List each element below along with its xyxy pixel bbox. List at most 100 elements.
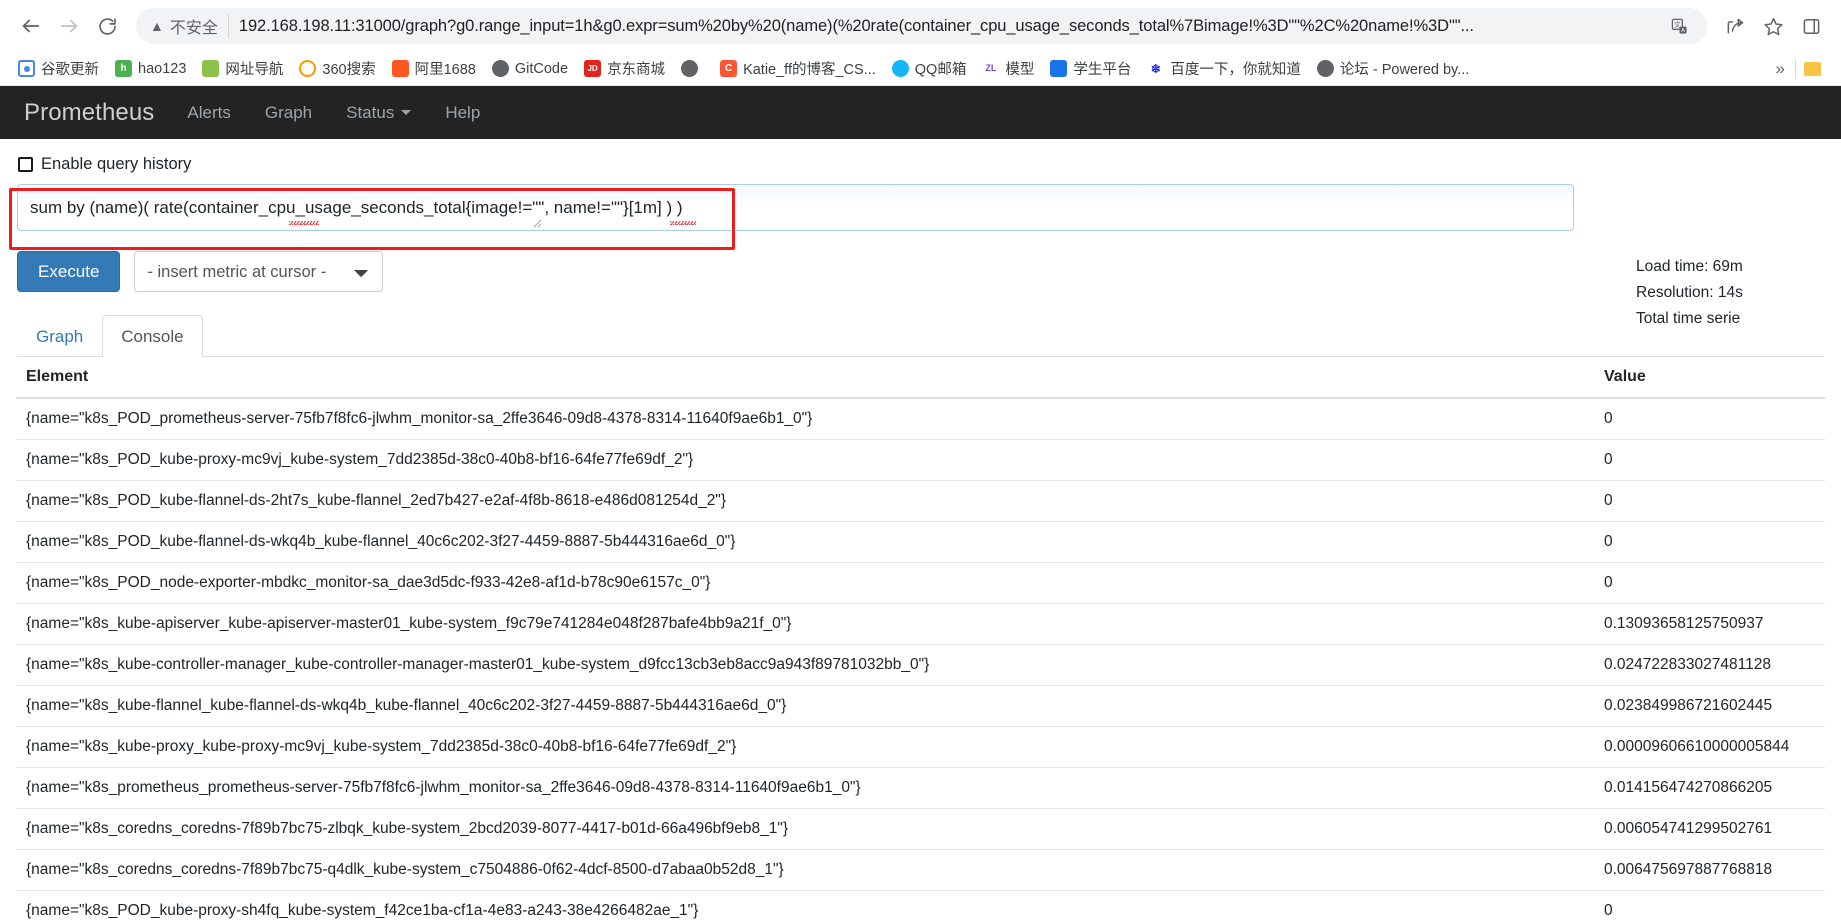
- bookmark-item[interactable]: C Katie_ff的博客_CS...: [712, 55, 884, 82]
- bookmark-item[interactable]: h hao123: [107, 57, 194, 80]
- table-row[interactable]: {name="k8s_prometheus_prometheus-server-…: [16, 767, 1825, 809]
- table-row[interactable]: {name="k8s_coredns_coredns-7f89b7bc75-q4…: [16, 849, 1825, 891]
- forward-arrow-icon[interactable]: [50, 7, 88, 45]
- cell-value: 0.13093658125750937: [1594, 603, 1825, 645]
- url-text[interactable]: 192.168.198.11:31000/graph?g0.range_inpu…: [239, 17, 1661, 36]
- qq-mail-icon: [891, 60, 909, 77]
- table-row[interactable]: {name="k8s_POD_prometheus-server-75fb7f8…: [16, 397, 1825, 440]
- nav-link-graph[interactable]: Graph: [248, 103, 329, 123]
- bookmark-label: 京东商城: [607, 62, 666, 78]
- globe-icon: [491, 60, 509, 77]
- bookmark-item[interactable]: GitCode: [484, 57, 576, 80]
- cell-value: 0.023849986721602445: [1594, 685, 1825, 727]
- bookmark-item[interactable]: 谷歌更新: [10, 55, 107, 82]
- bookmark-item[interactable]: QQ邮箱: [884, 55, 975, 82]
- resolution-text: Resolution: 14s: [1636, 284, 1743, 301]
- bookmark-label: QQ邮箱: [914, 62, 967, 78]
- table-row[interactable]: {name="k8s_coredns_coredns-7f89b7bc75-zl…: [16, 808, 1825, 850]
- star-icon[interactable]: [1755, 8, 1791, 44]
- svg-text:A: A: [1681, 28, 1685, 34]
- site-nav-icon: [202, 60, 220, 77]
- security-status-chip[interactable]: ▲ 不安全: [150, 14, 229, 38]
- prometheus-brand[interactable]: Prometheus: [22, 99, 170, 127]
- bookmark-item[interactable]: 网址导航: [194, 55, 291, 82]
- alibaba-1688-icon: [391, 60, 409, 77]
- back-arrow-icon[interactable]: [12, 7, 50, 45]
- query-expression-input[interactable]: [17, 184, 1574, 231]
- total-time-series-text: Total time serie: [1636, 310, 1741, 327]
- bookmark-label: 网址导航: [225, 62, 284, 78]
- cell-element: {name="k8s_kube-flannel_kube-flannel-ds-…: [16, 685, 1594, 727]
- bookmarks-overflow-button[interactable]: »: [1766, 59, 1795, 79]
- hao123-icon: h: [115, 60, 132, 77]
- table-row[interactable]: {name="k8s_POD_kube-proxy-mc9vj_kube-sys…: [16, 439, 1825, 481]
- page-body: Enable query history Load time: 69m Reso…: [0, 139, 1841, 920]
- cell-value: 0: [1594, 890, 1825, 920]
- table-row[interactable]: {name="k8s_POD_node-exporter-mbdkc_monit…: [16, 562, 1825, 604]
- tab-console[interactable]: Console: [102, 315, 203, 357]
- bookmark-item[interactable]: 论坛 - Powered by...: [1309, 55, 1477, 82]
- bookmark-folder-icon[interactable]: [1804, 61, 1821, 76]
- nav-label: Help: [445, 102, 481, 122]
- bookmark-item[interactable]: 阿里1688: [384, 55, 484, 82]
- spellcheck-underline: [289, 221, 319, 225]
- table-row[interactable]: {name="k8s_POD_kube-flannel-ds-2ht7s_kub…: [16, 480, 1825, 522]
- nav-link-status[interactable]: Status: [329, 103, 428, 123]
- table-row[interactable]: {name="k8s_kube-apiserver_kube-apiserver…: [16, 603, 1825, 645]
- table-row[interactable]: {name="k8s_kube-proxy_kube-proxy-mc9vj_k…: [16, 726, 1825, 768]
- cell-value: 0.006475697887768818: [1594, 849, 1825, 891]
- bookmark-label: 阿里1688: [414, 62, 476, 78]
- table-row[interactable]: {name="k8s_kube-controller-manager_kube-…: [16, 644, 1825, 686]
- enable-query-history-label: Enable query history: [41, 155, 192, 173]
- bookmark-label: 论坛 - Powered by...: [1339, 62, 1470, 78]
- bookmark-item[interactable]: 360搜索: [291, 55, 383, 82]
- share-icon[interactable]: [1717, 8, 1753, 44]
- cell-value: 0: [1594, 439, 1825, 481]
- csdn-icon: C: [720, 60, 738, 77]
- bookmark-item[interactable]: 学生平台: [1042, 55, 1139, 82]
- cell-element: {name="k8s_POD_kube-flannel-ds-2ht7s_kub…: [16, 480, 1594, 522]
- nav-label: Status: [346, 102, 395, 122]
- nav-label: Alerts: [187, 102, 231, 122]
- load-time-text: Load time: 69m: [1636, 258, 1743, 275]
- cell-value: 0.014156474270866205: [1594, 767, 1825, 809]
- student-platform-icon: [1050, 60, 1068, 77]
- cell-element: {name="k8s_POD_node-exporter-mbdkc_monit…: [16, 562, 1594, 604]
- execute-button[interactable]: Execute: [17, 251, 121, 292]
- jd-icon: JD: [584, 60, 602, 77]
- cell-value: 0: [1594, 562, 1825, 604]
- table-row[interactable]: {name="k8s_POD_kube-proxy-sh4fq_kube-sys…: [16, 890, 1825, 920]
- cell-element: {name="k8s_kube-controller-manager_kube-…: [16, 644, 1594, 686]
- table-row[interactable]: {name="k8s_POD_kube-flannel-ds-wkq4b_kub…: [16, 521, 1825, 563]
- result-tabs: Graph Console: [17, 315, 1824, 357]
- bookmark-label: 模型: [1005, 62, 1035, 78]
- enable-query-history-checkbox[interactable]: [18, 157, 33, 172]
- cell-value: 0: [1594, 480, 1825, 522]
- nav-label: Graph: [264, 102, 313, 122]
- cell-element: {name="k8s_POD_kube-proxy-sh4fq_kube-sys…: [16, 890, 1594, 920]
- browser-chrome: ▲ 不安全 192.168.198.11:31000/graph?g0.rang…: [0, 0, 1841, 86]
- bookmark-item[interactable]: JD 京东商城: [576, 55, 673, 82]
- reload-icon[interactable]: [88, 7, 126, 45]
- bookmark-label: 谷歌更新: [41, 62, 99, 78]
- nav-link-help[interactable]: Help: [428, 103, 497, 123]
- table-row[interactable]: {name="k8s_kube-flannel_kube-flannel-ds-…: [16, 685, 1825, 727]
- result-table: Element Value {name="k8s_POD_prometheus-…: [16, 357, 1825, 920]
- bookmark-item[interactable]: ❄ 百度一下，你就知道: [1139, 55, 1309, 82]
- cell-element: {name="k8s_POD_prometheus-server-75fb7f8…: [16, 397, 1594, 440]
- prometheus-navbar: Prometheus Alerts Graph Status Help: [0, 86, 1841, 139]
- address-bar[interactable]: ▲ 不安全 192.168.198.11:31000/graph?g0.rang…: [136, 8, 1707, 44]
- tab-graph[interactable]: Graph: [17, 315, 102, 357]
- bookmark-item[interactable]: ZL 模型: [974, 55, 1042, 82]
- nav-link-alerts[interactable]: Alerts: [170, 103, 247, 123]
- cell-value: 0.00009606610000005844: [1594, 726, 1825, 768]
- bookmark-item[interactable]: [673, 57, 712, 80]
- side-panel-icon[interactable]: [1793, 8, 1829, 44]
- query-controls-row: Execute - insert metric at cursor -: [17, 251, 1824, 292]
- cell-element: {name="k8s_coredns_coredns-7f89b7bc75-q4…: [16, 849, 1594, 891]
- bookmarks-separator: [1795, 58, 1796, 79]
- insert-metric-select[interactable]: - insert metric at cursor -: [134, 251, 384, 292]
- translate-icon[interactable]: 文A: [1665, 12, 1693, 40]
- table-header-row: Element Value: [16, 357, 1825, 399]
- query-stats: Load time: 69m Resolution: 14s Total tim…: [1636, 254, 1841, 332]
